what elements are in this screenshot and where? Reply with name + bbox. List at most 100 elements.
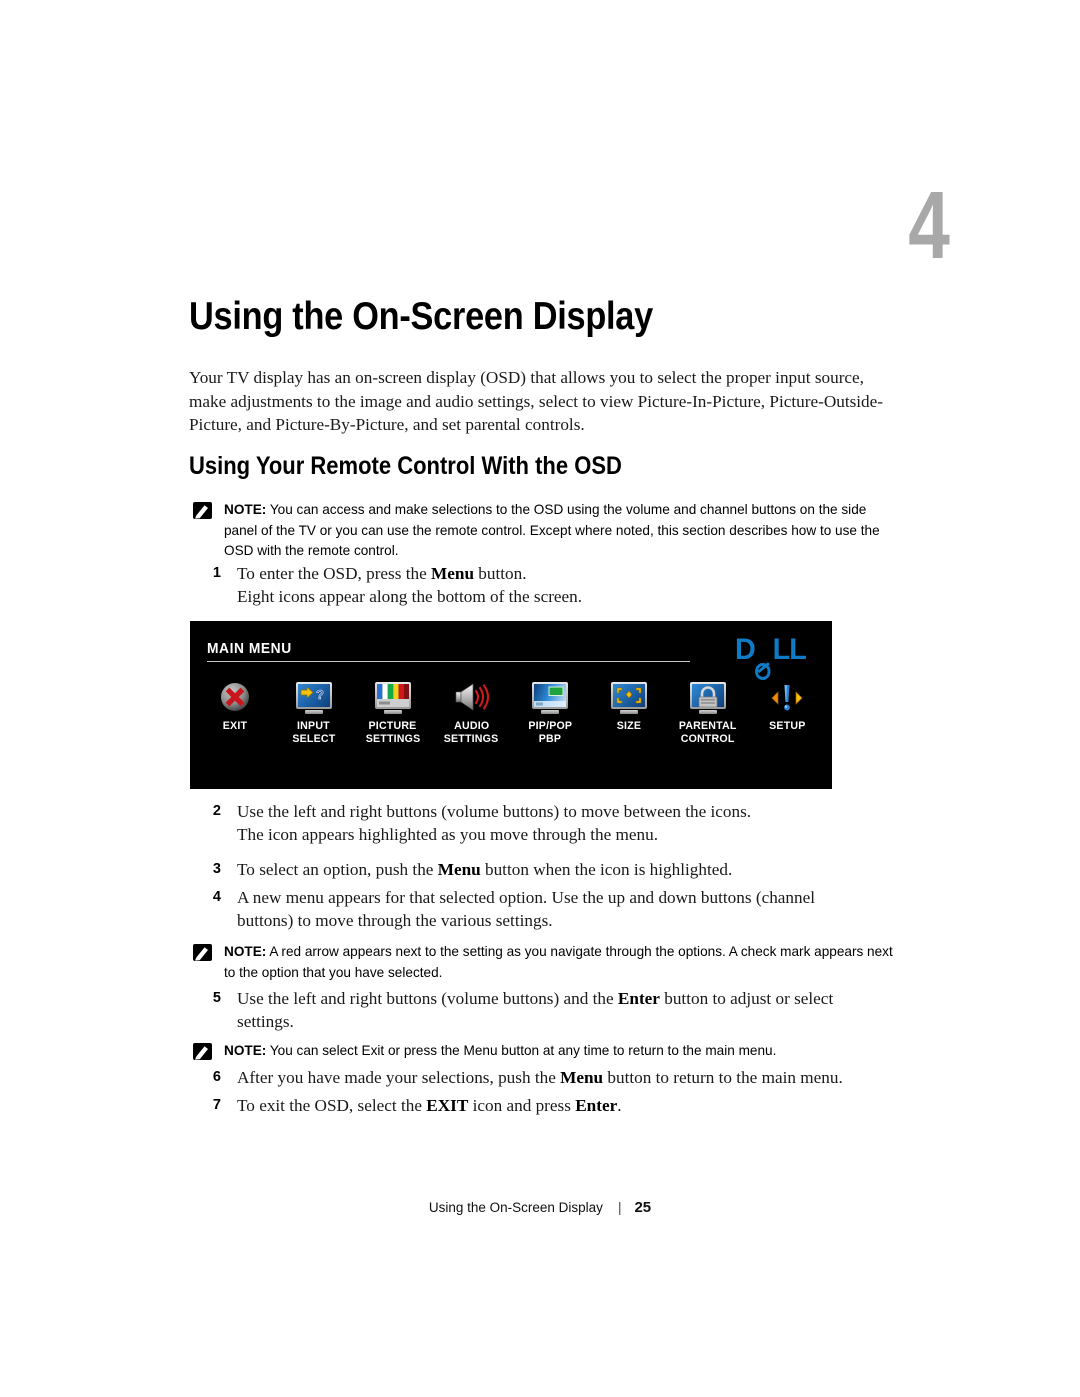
exit-icon xyxy=(214,681,256,715)
size-icon xyxy=(608,681,650,715)
step-6-text-c: button to return to the main menu. xyxy=(603,1068,843,1087)
step-7-text-c: icon and press xyxy=(468,1096,576,1115)
step-3-text: To select an option, push the Menu butto… xyxy=(237,858,889,881)
page-footer: Using the On-Screen Display | 25 xyxy=(0,1199,1080,1216)
step-5-text: Use the left and right buttons (volume b… xyxy=(237,987,889,1034)
step-2: 2 Use the left and right buttons (volume… xyxy=(199,800,889,823)
step-5-text-a: Use the left and right buttons (volume b… xyxy=(237,989,618,1008)
section-heading: Using Your Remote Control With the OSD xyxy=(189,452,622,480)
osd-item-setup[interactable]: SETUP xyxy=(750,681,824,733)
note-content: You can access and make selections to th… xyxy=(224,502,880,558)
note-pencil-icon xyxy=(193,944,212,961)
osd-label-pip-2: PBP xyxy=(539,733,562,746)
dell-logo-d: D xyxy=(735,633,756,666)
note-label: NOTE: xyxy=(224,1043,267,1058)
osd-label-picture-1: PICTURE xyxy=(368,720,417,732)
step-6-text: After you have made your selections, pus… xyxy=(237,1066,899,1089)
setup-icon xyxy=(766,681,808,715)
step-1-text-c: button. xyxy=(474,564,527,583)
note-content: A red arrow appears next to the setting … xyxy=(224,944,893,980)
osd-label-picture-2: SETTINGS xyxy=(365,733,420,746)
osd-label-size-1: SIZE xyxy=(617,720,642,732)
step-7-text: To exit the OSD, select the EXIT icon an… xyxy=(237,1094,899,1117)
page-title: Using the On-Screen Display xyxy=(189,295,653,338)
osd-item-pip-pop-pbp[interactable]: PIP/POP PBP xyxy=(513,681,587,747)
step-5-number: 5 xyxy=(212,990,221,1006)
note-label: NOTE: xyxy=(224,502,267,517)
input-select-icon: ? xyxy=(293,681,335,715)
osd-label-input-2: SELECT xyxy=(292,733,336,746)
svg-text:?: ? xyxy=(316,687,324,702)
picture-settings-icon xyxy=(372,681,414,715)
step-1-text: To enter the OSD, press the Menu button. xyxy=(237,562,889,585)
step-7: 7 To exit the OSD, select the EXIT icon … xyxy=(199,1094,899,1117)
note-pencil-icon xyxy=(193,502,212,519)
osd-item-exit[interactable]: EXIT xyxy=(198,681,272,733)
step-7-number: 7 xyxy=(212,1097,221,1113)
note-text-3: NOTE: You can select Exit or press the M… xyxy=(224,1041,893,1062)
step-2-subtext: The icon appears highlighted as you move… xyxy=(237,825,658,844)
step-3: 3 To select an option, push the Menu but… xyxy=(199,858,889,881)
osd-title-rule xyxy=(207,661,690,662)
chapter-number: 4 xyxy=(907,172,950,279)
step-7-text-e: . xyxy=(617,1096,622,1115)
osd-item-input-select[interactable]: ? INPUT SELECT xyxy=(277,681,351,747)
manual-page: 4 Using the On-Screen Display Your TV di… xyxy=(0,0,1080,1397)
footer-separator: | xyxy=(617,1200,622,1215)
osd-label-exit-1: EXIT xyxy=(222,720,248,732)
osd-label-audio-1: AUDIO xyxy=(453,720,490,732)
note-label: NOTE: xyxy=(224,944,267,959)
osd-header: MAIN MENU D LL xyxy=(207,635,818,680)
osd-item-audio-settings[interactable]: AUDIO SETTINGS xyxy=(435,681,509,747)
note-block-3: NOTE: You can select Exit or press the M… xyxy=(193,1041,893,1062)
osd-label-parental-2: CONTROL xyxy=(681,733,735,746)
step-1-number: 1 xyxy=(212,565,221,581)
note-text-2: NOTE: A red arrow appears next to the se… xyxy=(224,942,893,983)
intro-paragraph: Your TV display has an on-screen display… xyxy=(189,368,884,435)
step-6-number: 6 xyxy=(212,1069,221,1085)
step-6-text-a: After you have made your selections, pus… xyxy=(237,1068,561,1087)
note-block-1: NOTE: You can access and make selections… xyxy=(193,500,893,562)
step-1-text-a: To enter the OSD, press the xyxy=(237,564,432,583)
enter-keyword: Enter xyxy=(617,989,660,1008)
step-7-text-a: To exit the OSD, select the xyxy=(237,1096,427,1115)
parental-control-icon xyxy=(687,681,729,715)
step-1-subtext: Eight icons appear along the bottom of t… xyxy=(237,587,583,606)
dell-logo: D LL xyxy=(735,633,807,680)
step-5: 5 Use the left and right buttons (volume… xyxy=(199,987,889,1034)
footer-running-head: Using the On-Screen Display xyxy=(428,1200,603,1215)
step-3-text-c: button when the icon is highlighted. xyxy=(480,860,733,879)
step-2-text: Use the left and right buttons (volume b… xyxy=(237,802,752,821)
osd-item-parental-control[interactable]: PARENTAL CONTROL xyxy=(671,681,745,747)
note-content: You can select Exit or press the Menu bu… xyxy=(269,1043,777,1058)
menu-keyword: Menu xyxy=(437,860,481,879)
osd-label-input-1: INPUT xyxy=(297,720,331,732)
osd-icon-row: EXIT ? INPUT SELECT PICTURE SETTINGS AUD… xyxy=(198,681,824,747)
menu-keyword: Menu xyxy=(560,1068,604,1087)
step-2-number: 2 xyxy=(212,803,221,819)
audio-settings-icon xyxy=(451,681,493,715)
menu-keyword: Menu xyxy=(431,564,474,583)
osd-title: MAIN MENU xyxy=(207,641,292,657)
note-block-2: NOTE: A red arrow appears next to the se… xyxy=(193,942,893,983)
osd-item-size[interactable]: SIZE xyxy=(592,681,666,733)
dell-logo-ll: LL xyxy=(772,633,807,666)
note-pencil-icon xyxy=(193,1043,212,1060)
step-3-number: 3 xyxy=(212,861,221,877)
step-3-text-a: To select an option, push the xyxy=(237,860,438,879)
osd-label-pip-1: PIP/POP xyxy=(528,720,573,732)
osd-main-menu-screenshot: MAIN MENU D LL EXIT ? INPUT SELECT PICTU… xyxy=(190,621,832,789)
enter-keyword: Enter xyxy=(575,1096,618,1115)
step-4: 4 A new menu appears for that selected o… xyxy=(199,886,864,933)
step-6: 6 After you have made your selections, p… xyxy=(199,1066,899,1089)
osd-label-audio-2: SETTINGS xyxy=(444,733,499,746)
exit-keyword: EXIT xyxy=(426,1096,469,1115)
osd-label-setup-1: SETUP xyxy=(768,720,806,732)
osd-item-picture-settings[interactable]: PICTURE SETTINGS xyxy=(356,681,430,747)
footer-page-number: 25 xyxy=(634,1199,652,1216)
step-4-number: 4 xyxy=(212,889,221,905)
osd-label-parental-1: PARENTAL xyxy=(679,720,737,732)
step-1: 1 To enter the OSD, press the Menu butto… xyxy=(199,562,889,585)
pip-pop-pbp-icon xyxy=(529,681,571,715)
step-4-text: A new menu appears for that selected opt… xyxy=(237,888,816,931)
